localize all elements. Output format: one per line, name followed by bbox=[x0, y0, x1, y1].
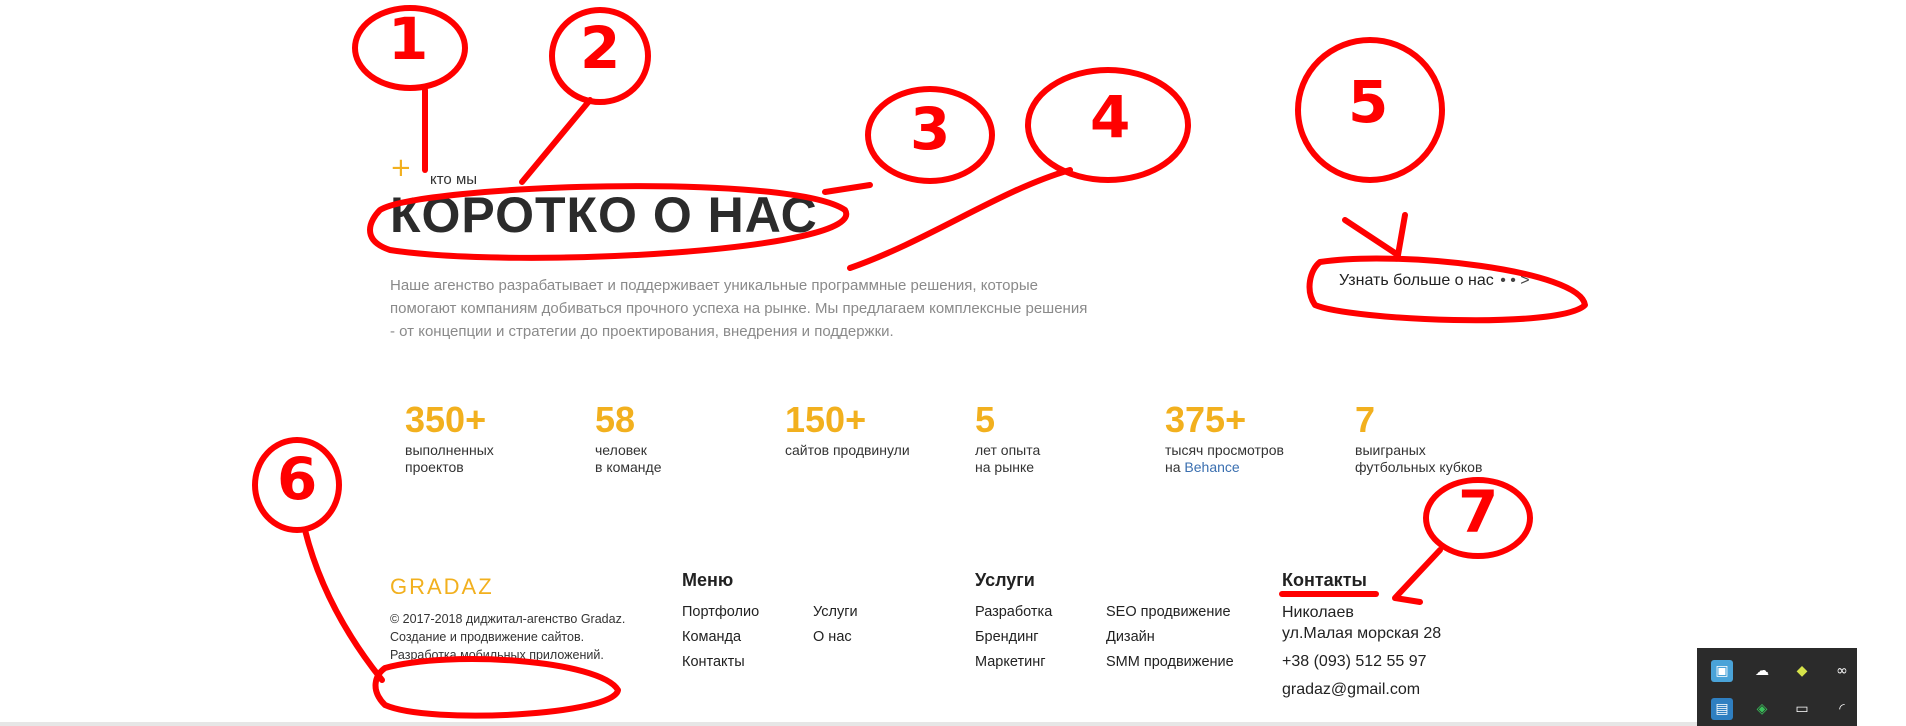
learn-more-label: Узнать больше о нас bbox=[1339, 272, 1494, 289]
footer-link-about[interactable]: О нас bbox=[813, 629, 858, 654]
annotation-label: 2 bbox=[580, 14, 621, 82]
system-tray: ▣ ☁ ◆ ∞ ▤ ◈ ▭ ◜ bbox=[1697, 648, 1857, 726]
contact-email[interactable]: gradaz@gmail.com bbox=[1282, 679, 1441, 700]
arrow-right-icon: • • > bbox=[1500, 272, 1530, 289]
section-title: КОРОТКО О НАС bbox=[390, 187, 818, 243]
link-icon[interactable]: ∞ bbox=[1831, 660, 1853, 682]
note-icon[interactable]: ◆ bbox=[1791, 660, 1813, 682]
stat-number: 375+ bbox=[1165, 399, 1247, 440]
footer-contacts-heading: Контакты bbox=[1282, 570, 1367, 590]
contact-phone[interactable]: +38 (093) 512 55 97 bbox=[1282, 651, 1441, 672]
annotation-label: 3 bbox=[910, 95, 951, 163]
contact-street: ул.Малая морская 28 bbox=[1282, 625, 1442, 642]
footer-link-contacts[interactable]: Контакты bbox=[682, 654, 759, 679]
annotation-label: 4 bbox=[1090, 83, 1131, 151]
footer-copyright: © 2017-2018 диджитал-агенство Gradaz. Со… bbox=[390, 612, 626, 662]
stat-views: 375+ тысяч просмотров на Behance bbox=[1165, 400, 1345, 476]
contact-city: Николаев bbox=[1282, 604, 1354, 621]
annotation-label: 6 bbox=[277, 445, 318, 513]
stat-projects: 350+ выполненных проектов bbox=[405, 400, 585, 476]
stat-team: 58 человек в команде bbox=[595, 400, 775, 476]
footer-logo[interactable]: GRADAZ bbox=[390, 574, 494, 600]
stat-years: 5 лет опыта на рынке bbox=[975, 400, 1155, 476]
annotation-arrow-6 bbox=[302, 527, 385, 683]
stat-label: лет опыта на рынке bbox=[975, 442, 1041, 475]
stat-number: 7 bbox=[1355, 399, 1376, 440]
shield-icon[interactable]: ◈ bbox=[1751, 698, 1773, 720]
annotation-label: 7 bbox=[1458, 478, 1499, 546]
footer-link-services[interactable]: Услуги bbox=[813, 604, 858, 629]
app-icon[interactable]: ▣ bbox=[1711, 660, 1733, 682]
stat-cups: 7 выиграных футбольных кубков bbox=[1355, 400, 1535, 476]
stat-label: выиграных футбольных кубков bbox=[1355, 442, 1483, 475]
footer-link-smm[interactable]: SMM продвижение bbox=[1106, 654, 1234, 679]
footer-link-team[interactable]: Команда bbox=[682, 629, 759, 654]
stat-number: 5 bbox=[975, 399, 996, 440]
footer-menu-heading: Меню bbox=[682, 570, 734, 590]
footer-link-development[interactable]: Разработка bbox=[975, 604, 1052, 629]
stat-number: 150+ bbox=[785, 399, 867, 440]
stat-label: человек в команде bbox=[595, 442, 662, 475]
footer-services-col1: Разработка Брендинг Маркетинг bbox=[975, 604, 1052, 679]
footer-menu-col2: Услуги О нас bbox=[813, 604, 858, 654]
page-bottom-border bbox=[0, 722, 1697, 726]
footer-menu-col1: Портфолио Команда Контакты bbox=[682, 604, 759, 679]
annotation-arrow-7 bbox=[1392, 547, 1443, 605]
plus-icon: + bbox=[390, 153, 412, 183]
learn-more-link[interactable]: Узнать больше о нас • • > bbox=[1339, 272, 1530, 290]
section-description: Наше агенство разрабатывает и поддержива… bbox=[390, 277, 1088, 340]
behance-link[interactable]: Behance bbox=[1184, 459, 1239, 475]
stat-number: 58 bbox=[595, 399, 636, 440]
annotation-label: 5 bbox=[1348, 68, 1389, 136]
footer-link-portfolio[interactable]: Портфолио bbox=[682, 604, 759, 629]
annotation-arrow-3 bbox=[822, 182, 873, 195]
footer-link-marketing[interactable]: Маркетинг bbox=[975, 654, 1052, 679]
annotation-label: 1 bbox=[388, 5, 429, 73]
footer-link-seo[interactable]: SEO продвижение bbox=[1106, 604, 1234, 629]
stat-label: выполненных проектов bbox=[405, 442, 494, 475]
annotation-arrow-2 bbox=[519, 97, 593, 185]
battery-icon[interactable]: ▭ bbox=[1791, 698, 1813, 720]
stat-label: тысяч просмотров на Behance bbox=[1165, 442, 1284, 475]
footer-services-col2: SEO продвижение Дизайн SMM продвижение bbox=[1106, 604, 1234, 679]
footer-link-branding[interactable]: Брендинг bbox=[975, 629, 1052, 654]
stat-sites: 150+ сайтов продвинули bbox=[785, 400, 965, 459]
wifi-icon[interactable]: ◜ bbox=[1831, 698, 1853, 720]
cloud-upload-icon[interactable]: ☁ bbox=[1751, 660, 1773, 682]
annotation-overlay bbox=[252, 5, 1588, 719]
annotation-arrow-4 bbox=[847, 167, 1073, 271]
stat-label: сайтов продвинули bbox=[785, 442, 910, 458]
annotation-bottom-ellipse bbox=[372, 656, 621, 719]
footer-link-design[interactable]: Дизайн bbox=[1106, 629, 1234, 654]
footer-contacts: Николаев ул.Малая морская 28 +38 (093) 5… bbox=[1282, 602, 1441, 700]
window-icon[interactable]: ▤ bbox=[1711, 698, 1733, 720]
footer-services-heading: Услуги bbox=[975, 570, 1035, 590]
annotation-arrow-5 bbox=[1342, 212, 1408, 258]
stat-number: 350+ bbox=[405, 399, 487, 440]
